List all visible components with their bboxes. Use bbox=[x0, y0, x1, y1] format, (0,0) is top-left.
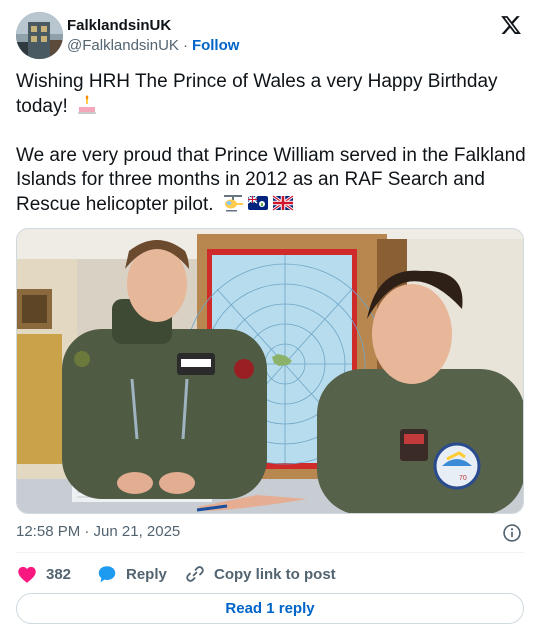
photo-image: 70 bbox=[17, 229, 523, 513]
avatar-image bbox=[16, 12, 63, 59]
tweet-embed-card: FalklandsinUK @FalklandsinUK · Follow Wish… bbox=[0, 0, 540, 640]
tweet-paragraph-2: We are very proud that Prince William se… bbox=[16, 144, 526, 218]
birthday-cake-icon bbox=[78, 95, 97, 114]
union-jack-flag-icon bbox=[271, 194, 294, 211]
tweet-timestamp[interactable]: 12:58 PM · Jun 21, 2025 bbox=[16, 523, 180, 540]
like-button[interactable]: 382 bbox=[16, 562, 71, 586]
tweet-header: FalklandsinUK @FalklandsinUK · Follow bbox=[16, 12, 524, 60]
reply-button[interactable]: Reply bbox=[96, 562, 167, 586]
author-avatar[interactable] bbox=[16, 12, 63, 59]
author-handle[interactable]: @FalklandsinUK bbox=[67, 37, 179, 54]
copy-link-button[interactable]: Copy link to post bbox=[184, 562, 336, 586]
like-count: 382 bbox=[46, 565, 72, 583]
tweet-paragraph-1: Wishing HRH The Prince of Wales a very H… bbox=[16, 70, 526, 119]
divider bbox=[16, 552, 524, 553]
author-handle-line: @FalklandsinUK · Follow bbox=[67, 37, 239, 54]
patch-number-text: 70 bbox=[459, 475, 467, 482]
helicopter-icon bbox=[223, 194, 243, 211]
info-icon[interactable] bbox=[502, 523, 522, 543]
copy-link-label: Copy link to post bbox=[214, 565, 336, 583]
falkland-islands-flag-icon bbox=[247, 194, 268, 210]
reply-bubble-icon bbox=[98, 566, 116, 583]
link-icon bbox=[186, 566, 204, 582]
author-name[interactable]: FalklandsinUK bbox=[67, 17, 171, 34]
separator-dot: · bbox=[182, 37, 188, 54]
x-logo-icon[interactable] bbox=[500, 14, 522, 36]
tweet-text: Wishing HRH The Prince of Wales a very H… bbox=[16, 70, 526, 217]
action-bar: 382 Reply Copy link to post bbox=[16, 562, 524, 586]
heart-icon bbox=[18, 566, 36, 583]
tweet-photo[interactable]: 70 bbox=[16, 228, 524, 514]
follow-button[interactable]: Follow bbox=[192, 37, 240, 54]
read-replies-button[interactable]: Read 1 reply bbox=[16, 593, 524, 624]
reply-label: Reply bbox=[126, 565, 167, 583]
